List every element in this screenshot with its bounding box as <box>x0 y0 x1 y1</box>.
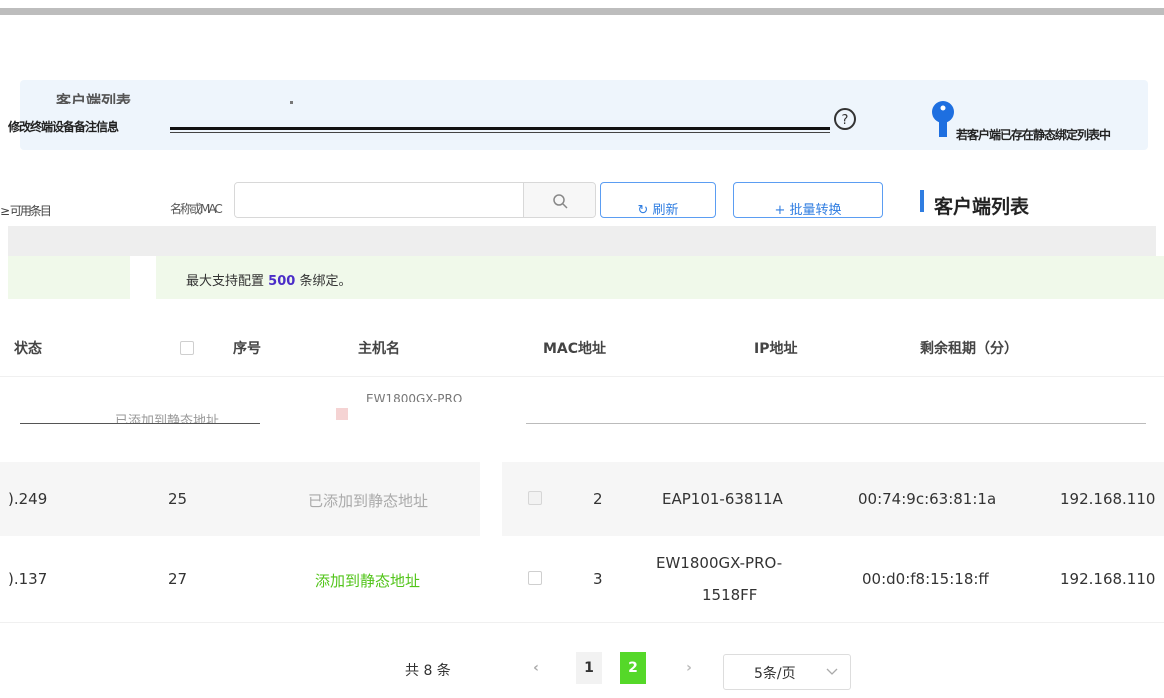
heading-accent-bar <box>920 190 924 212</box>
ghost-checkbox <box>336 408 348 420</box>
pagination-total: 共 8 条 <box>405 663 451 679</box>
page-button-2-active[interactable]: 2 <box>620 652 646 684</box>
svg-text:?: ? <box>842 113 849 128</box>
ghost-action: 已添加到静态地址 <box>115 414 220 423</box>
hostname-column-header: 主机名 <box>358 341 400 357</box>
left-ip-cell: ).249 <box>8 490 48 508</box>
page-button-1[interactable]: 1 <box>576 652 602 684</box>
search-input[interactable] <box>235 183 523 217</box>
notice-text: 最大支持配置 500 条绑定。 <box>186 270 351 289</box>
table-column-gap <box>480 462 502 622</box>
ip-cell: 192.168.110 <box>1060 570 1156 588</box>
mac-cell: 00:d0:f8:15:18:ff <box>862 570 989 588</box>
notice-suffix: 条绑定。 <box>299 274 352 289</box>
left-seq-cell: 27 <box>168 570 188 588</box>
refresh-button[interactable]: ↻ 刷新 <box>600 182 716 218</box>
client-list-heading: 客户端列表 <box>908 186 1029 226</box>
page-size-select[interactable]: 5条/页 <box>723 654 851 690</box>
lease-column-header: 剩余租期（分） <box>920 341 1018 357</box>
prev-page-button[interactable]: ‹ <box>523 652 549 684</box>
hostname-line1: EW1800GX-PRO- <box>656 554 783 572</box>
batch-convert-button[interactable]: + 批量转换 <box>733 182 883 218</box>
ip-cell: 192.168.110 <box>1060 490 1156 508</box>
seq-cell: 2 <box>593 490 603 508</box>
refresh-icon: ↻ <box>637 203 653 218</box>
banner-text: 修改终端设备备注信息 <box>8 120 119 134</box>
client-list-title: 客户端列表 <box>934 196 1030 218</box>
status-column-header: 状态 <box>14 341 42 357</box>
seq-cell: 3 <box>593 570 603 588</box>
banner-divider-thin <box>170 132 830 133</box>
select-all-checkbox[interactable] <box>180 341 194 355</box>
mac-cell: 00:74:9c:63:81:1a <box>858 490 997 508</box>
search-box <box>234 182 596 218</box>
hostname-cell: EAP101-63811A <box>662 490 783 508</box>
add-to-static-link[interactable]: 添加到静态地址 <box>315 570 420 591</box>
ip-column-header: IP地址 <box>754 341 798 357</box>
glitched-row: 已添加到静态地址 EW1800GX-PRO <box>0 392 1164 442</box>
refresh-label: 刷新 <box>652 203 679 218</box>
header-separator <box>0 376 1164 377</box>
available-entries-text: ≥ 可用条目 <box>0 204 52 218</box>
banner-tail-text: 若客户端已存在静态绑定列表中 <box>956 128 1111 142</box>
seq-column-header: 序号 <box>233 341 261 357</box>
info-icon <box>928 100 958 138</box>
page-size-value: 5条/页 <box>754 666 796 682</box>
plus-icon: + <box>774 203 790 218</box>
section-divider-band <box>8 226 1156 256</box>
hostname-line2: 1518FF <box>702 586 758 604</box>
banner-divider <box>170 127 830 130</box>
ghost-row-line <box>526 423 1146 424</box>
page-title-ghost: 客户端列表 <box>56 92 132 104</box>
ghost-hostname: EW1800GX-PRO <box>366 392 463 402</box>
help-icon[interactable]: ? <box>832 106 858 132</box>
mac-column-header: MAC地址 <box>543 341 607 357</box>
left-ip-cell: ).137 <box>8 570 48 588</box>
added-to-static-link: 已添加到静态地址 <box>308 492 429 510</box>
batch-convert-label: 批量转换 <box>789 203 842 218</box>
notice-count: 500 <box>268 274 296 289</box>
left-seq-cell: 25 <box>168 490 188 508</box>
chevron-down-icon <box>826 668 838 675</box>
table-bottom-border <box>0 622 1164 623</box>
row-checkbox[interactable] <box>528 571 542 585</box>
search-icon <box>553 194 568 209</box>
row-divider <box>20 423 260 424</box>
search-button[interactable] <box>523 183 595 217</box>
notice-prefix: 最大支持配置 <box>186 274 265 289</box>
row-checkbox[interactable] <box>528 491 542 505</box>
notice-left-strip <box>8 256 130 299</box>
search-hint: 名称或MAC <box>170 202 223 216</box>
decorative-dot <box>290 101 293 104</box>
available-entries-label: ≥ 可用条目 <box>0 200 95 226</box>
next-page-button[interactable]: › <box>676 652 702 684</box>
top-divider <box>0 8 1164 15</box>
